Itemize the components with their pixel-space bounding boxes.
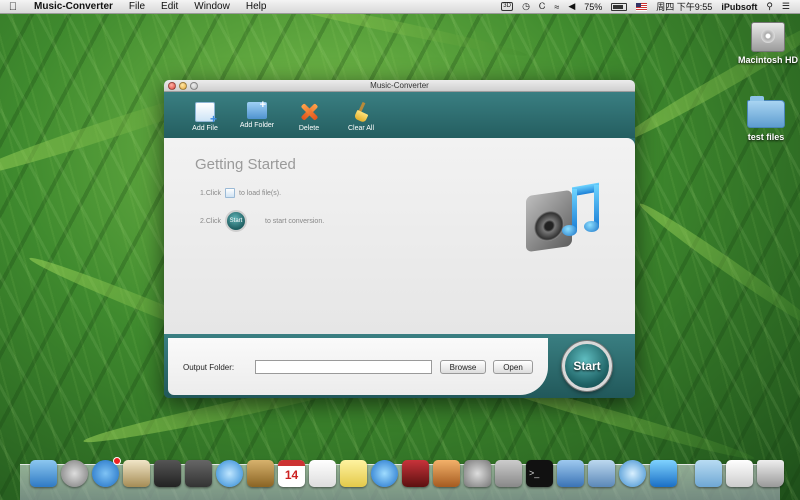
instruction-step-2: 2.Click Start to start conversion. bbox=[200, 210, 324, 232]
toolbar: Add File Add Folder Delete Clear All bbox=[164, 92, 635, 138]
output-bar: Output Folder: Browse Open Start bbox=[164, 334, 635, 398]
hard-drive-icon bbox=[751, 22, 785, 52]
delete-button[interactable]: Delete bbox=[288, 96, 330, 138]
display-icon[interactable]: 3D bbox=[501, 2, 514, 11]
getting-started-title: Getting Started bbox=[195, 156, 296, 173]
add-folder-button[interactable]: Add Folder bbox=[236, 96, 278, 138]
system-preferences-icon[interactable] bbox=[464, 460, 491, 487]
start-hint-icon: Start bbox=[225, 210, 248, 232]
step2-suffix: to start conversion. bbox=[265, 217, 325, 225]
desktop-icon-test-files[interactable]: test files bbox=[731, 96, 800, 142]
note-head bbox=[562, 225, 577, 236]
mail-folder-icon[interactable] bbox=[726, 460, 753, 487]
add-file-hint-icon bbox=[225, 188, 236, 198]
add-file-label: Add File bbox=[192, 125, 218, 132]
preview-2-icon[interactable] bbox=[588, 460, 615, 487]
trash-icon[interactable] bbox=[757, 460, 784, 487]
step1-prefix: 1.Click bbox=[200, 189, 222, 197]
facetime-icon[interactable] bbox=[185, 460, 212, 487]
speaker-cone bbox=[534, 208, 564, 244]
app-store-icon[interactable] bbox=[92, 457, 121, 487]
step2-prefix: 2.Click bbox=[200, 217, 222, 225]
address-book-icon[interactable] bbox=[247, 460, 274, 487]
open-button[interactable]: Open bbox=[493, 360, 533, 374]
itunes-icon[interactable] bbox=[371, 460, 398, 487]
notification-list-icon[interactable]: ☰ bbox=[782, 1, 790, 12]
menu-app-name[interactable]: Music-Converter bbox=[26, 1, 121, 12]
reminders-icon[interactable] bbox=[309, 460, 336, 487]
safari-icon[interactable] bbox=[216, 460, 243, 487]
add-folder-label: Add Folder bbox=[239, 122, 275, 129]
broom-icon bbox=[351, 102, 371, 122]
output-folder-label: Output Folder: bbox=[183, 363, 235, 372]
menu-edit[interactable]: Edit bbox=[153, 1, 186, 12]
wifi-icon[interactable]: ≈ bbox=[554, 2, 559, 12]
folder-icon bbox=[747, 96, 785, 128]
music-converter-window: Music-Converter Add File Add Folder Dele… bbox=[164, 80, 635, 398]
notes-icon[interactable] bbox=[340, 460, 367, 487]
user-name[interactable]: iPubsoft bbox=[721, 2, 757, 12]
preview-icon[interactable] bbox=[123, 460, 150, 487]
speaker-music-note-icon bbox=[526, 182, 604, 255]
downloads-folder-icon[interactable] bbox=[695, 460, 722, 487]
spotlight-search-icon[interactable]: ⚲ bbox=[766, 1, 773, 12]
window-titlebar[interactable]: Music-Converter bbox=[164, 80, 635, 92]
battery-icon[interactable] bbox=[611, 2, 628, 11]
notification-badge bbox=[113, 457, 121, 465]
delete-x-icon bbox=[299, 102, 319, 122]
menubar-status-area: 3D ◷ Ꮯ ≈ ◀ 75% 周四 下午9:55 iPubsoft ⚲ ☰ bbox=[501, 0, 800, 13]
output-folder-input[interactable] bbox=[255, 360, 432, 374]
apple-menu-icon[interactable]:  bbox=[0, 1, 26, 13]
minimize-window-icon[interactable] bbox=[179, 82, 187, 90]
browse-button[interactable]: Browse bbox=[440, 360, 486, 374]
network-icon[interactable] bbox=[619, 460, 646, 487]
calendar-icon[interactable]: 14 bbox=[278, 460, 305, 487]
bluetooth-icon[interactable]: Ꮯ bbox=[539, 1, 545, 12]
note-head bbox=[584, 221, 599, 232]
battery-percent[interactable]: 75% bbox=[584, 2, 602, 12]
menubar:  Music-Converter File Edit Window Help … bbox=[0, 0, 800, 14]
finder-icon[interactable] bbox=[30, 460, 57, 487]
keychain-icon[interactable] bbox=[495, 460, 522, 487]
launchpad-icon[interactable] bbox=[61, 460, 88, 487]
clear-all-label: Clear All bbox=[347, 125, 375, 132]
grass-blade bbox=[635, 198, 800, 336]
dock-icons: 14 >_ bbox=[30, 457, 784, 487]
window-title: Music-Converter bbox=[370, 81, 429, 90]
input-source-flag-icon[interactable] bbox=[636, 2, 648, 11]
file-list-area[interactable]: Getting Started 1.Click to load file(s).… bbox=[164, 138, 635, 334]
desktop-icon-label: Macintosh HD bbox=[737, 55, 798, 65]
terminal-icon[interactable]: >_ bbox=[526, 460, 553, 487]
close-window-icon[interactable] bbox=[168, 82, 176, 90]
start-button[interactable]: Start bbox=[562, 341, 612, 391]
volume-icon[interactable]: ◀ bbox=[568, 1, 575, 12]
add-file-icon bbox=[195, 102, 217, 126]
zoom-window-icon[interactable] bbox=[190, 82, 198, 90]
menu-window[interactable]: Window bbox=[186, 1, 238, 12]
photo-booth-2-icon[interactable] bbox=[402, 460, 429, 487]
iphoto-icon[interactable] bbox=[433, 460, 460, 487]
clear-all-button[interactable]: Clear All bbox=[340, 96, 382, 138]
output-panel: Output Folder: Browse Open bbox=[168, 338, 548, 395]
photo-booth-icon[interactable] bbox=[154, 460, 181, 487]
delete-label: Delete bbox=[298, 125, 320, 132]
desktop-icon-macintosh-hd[interactable]: Macintosh HD bbox=[733, 22, 800, 65]
add-folder-icon bbox=[247, 99, 267, 119]
add-file-button[interactable]: Add File bbox=[184, 96, 226, 138]
desktop-icon-label: test files bbox=[747, 132, 785, 142]
instruction-step-1: 1.Click to load file(s). bbox=[200, 188, 281, 198]
step1-suffix: to load file(s). bbox=[239, 189, 282, 197]
menu-file[interactable]: File bbox=[121, 1, 153, 12]
menu-help[interactable]: Help bbox=[238, 1, 275, 12]
clock[interactable]: 周四 下午9:55 bbox=[656, 0, 712, 13]
music-note-icon bbox=[562, 182, 602, 245]
xcode-icon[interactable] bbox=[557, 460, 584, 487]
music-converter-dock-icon[interactable] bbox=[650, 460, 677, 487]
time-machine-icon[interactable]: ◷ bbox=[522, 1, 530, 12]
